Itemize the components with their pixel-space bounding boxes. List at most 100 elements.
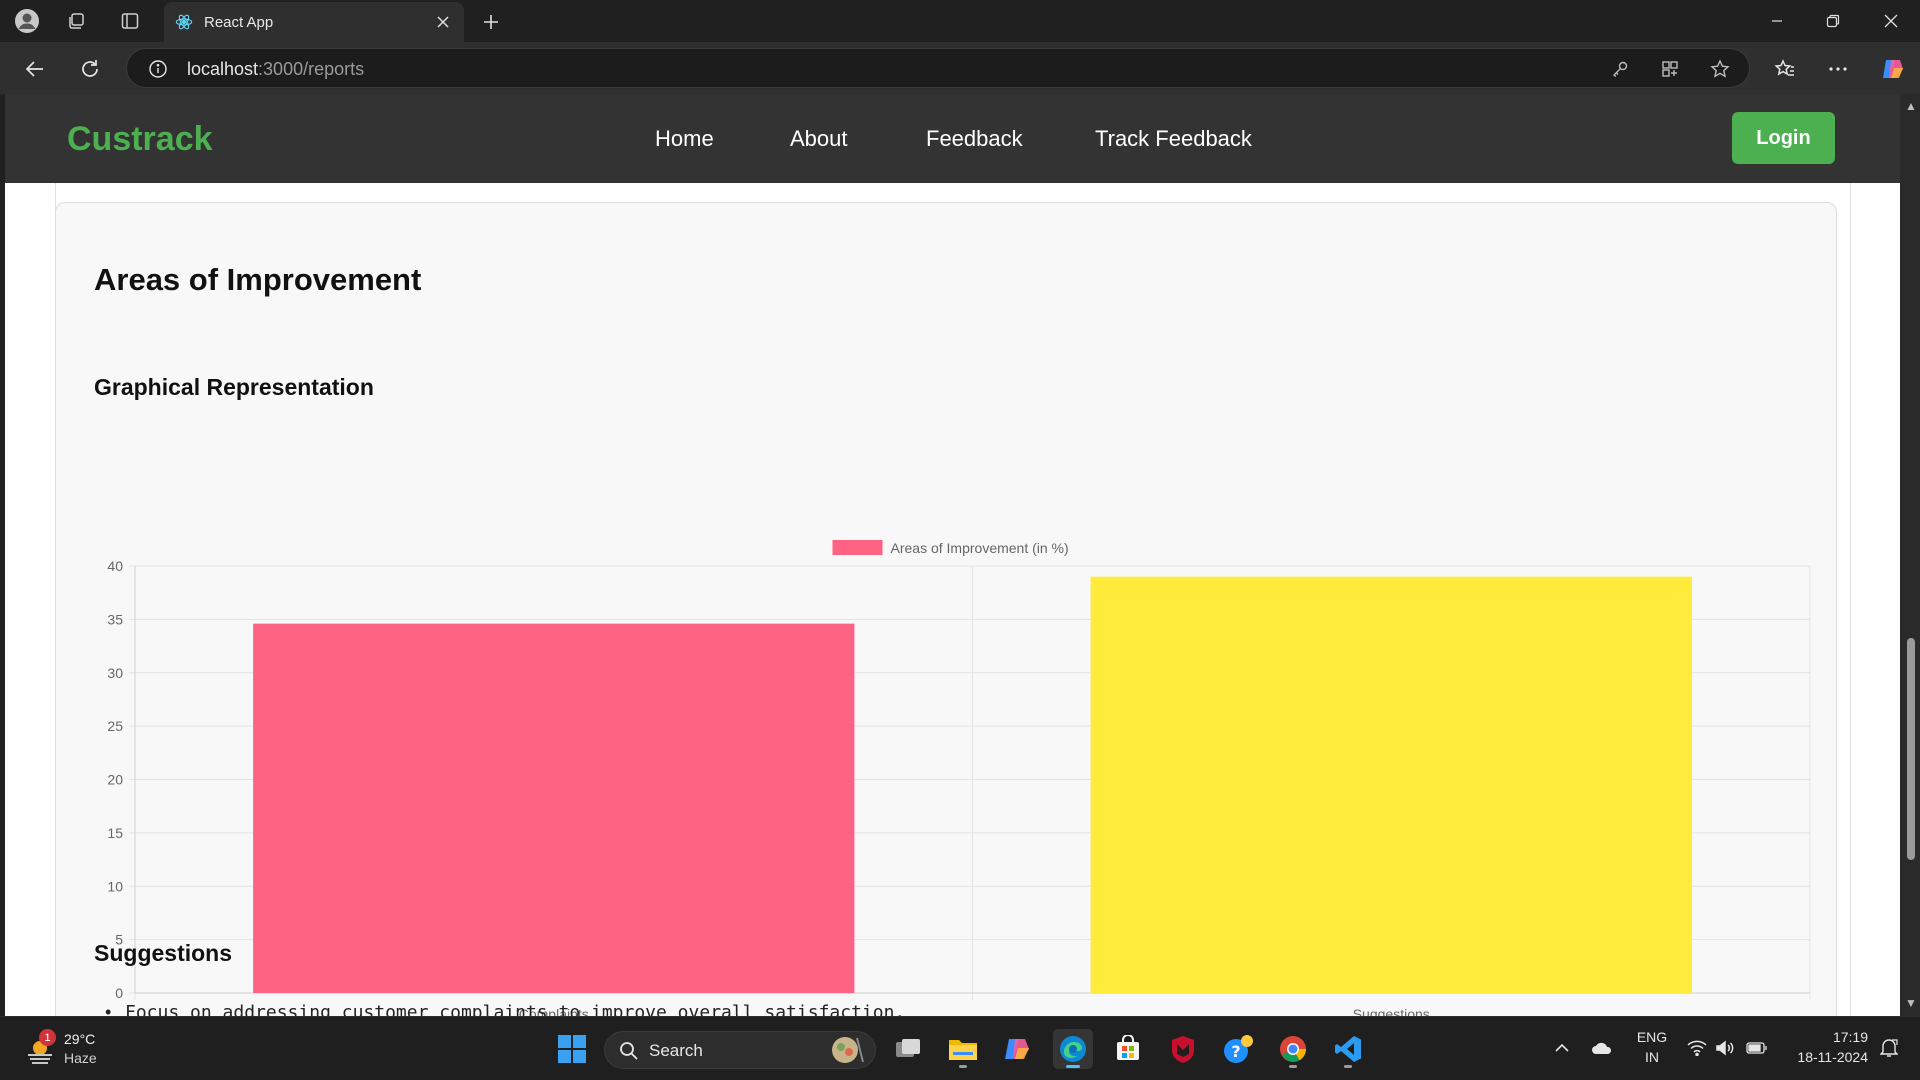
chrome-app[interactable] [1273, 1029, 1313, 1069]
favorite-star-icon[interactable] [1707, 56, 1733, 82]
browser-toolbar: localhost:3000/reports [0, 42, 1920, 94]
y-tick-label: 0 [115, 985, 123, 1001]
active-indicator [1066, 1065, 1080, 1068]
show-hidden-icons[interactable] [1551, 1037, 1573, 1059]
url-host: localhost [187, 59, 259, 79]
search-highlight-icon [832, 1037, 864, 1063]
login-button[interactable]: Login [1732, 112, 1835, 164]
store-app[interactable] [1108, 1029, 1148, 1069]
chart-heading: Graphical Representation [94, 374, 374, 400]
vscode-app[interactable] [1328, 1029, 1368, 1069]
page-viewport: Areas of Improvement Graphical Represent… [5, 94, 1900, 1016]
new-tab-icon[interactable] [478, 9, 504, 35]
copilot-app[interactable] [998, 1029, 1038, 1069]
windows-logo-icon [558, 1035, 586, 1063]
weather-temp: 29°C [64, 1031, 96, 1047]
region-code: IN [1645, 1049, 1659, 1065]
bar-chart: 0510152025303540Complaints SuggestionsAre… [107, 540, 1811, 1016]
file-explorer-app[interactable] [943, 1029, 983, 1069]
notifications-icon[interactable] [1878, 1037, 1900, 1059]
y-tick-label: 25 [107, 718, 123, 734]
y-tick-label: 10 [107, 878, 123, 894]
workspaces-icon[interactable] [64, 8, 90, 34]
weather-badge: 1 [39, 1029, 56, 1046]
app-available-icon[interactable] [1657, 56, 1683, 82]
scroll-up-icon[interactable]: ▲ [1905, 99, 1917, 113]
weather-widget[interactable]: 1 29°C Haze [22, 1029, 132, 1071]
task-view-app[interactable] [888, 1029, 928, 1069]
wifi-icon[interactable] [1686, 1037, 1708, 1059]
edge-icon [1060, 1036, 1086, 1062]
scrollbar-thumb[interactable] [1907, 638, 1915, 860]
restore-icon[interactable] [1808, 8, 1858, 34]
nav-link-feedback[interactable]: Feedback [926, 126, 1023, 152]
svg-text:?: ? [1231, 1042, 1240, 1061]
start-button[interactable] [552, 1029, 592, 1069]
clock-date: 18-11-2024 [1797, 1049, 1868, 1065]
address-bar[interactable]: localhost:3000/reports [126, 48, 1750, 88]
favorites-icon[interactable] [1770, 54, 1800, 84]
suggestions-heading: Suggestions [94, 940, 233, 966]
site-navbar: Custrack Home About Feedback Track Feedb… [5, 94, 1900, 183]
running-indicator [1344, 1065, 1352, 1068]
battery-icon[interactable] [1746, 1037, 1768, 1059]
search-icon [620, 1042, 638, 1060]
vertical-tabs-icon[interactable] [117, 8, 143, 34]
nav-link-about[interactable]: About [790, 126, 848, 152]
suggestion-item: Focus on addressing customer complaints … [105, 1002, 905, 1016]
y-tick-label: 15 [107, 825, 123, 841]
x-tick-label: Suggestions [1353, 1006, 1430, 1016]
copilot-taskbar-icon [1005, 1039, 1029, 1059]
legend-label[interactable]: Areas of Improvement (in %) [891, 540, 1069, 556]
search-label: Search [649, 1041, 703, 1060]
close-tab-icon[interactable] [432, 11, 454, 33]
store-icon [1117, 1035, 1139, 1060]
profile-icon[interactable] [14, 8, 40, 34]
mcafee-app[interactable] [1163, 1029, 1203, 1069]
nav-link-track-feedback[interactable]: Track Feedback [1095, 126, 1252, 152]
page-scrollbar[interactable]: ▲ ▼ [1900, 94, 1920, 1016]
vscode-icon [1335, 1036, 1361, 1062]
onedrive-cloud-icon[interactable] [1591, 1037, 1613, 1059]
bar-complaints[interactable] [253, 623, 855, 993]
input-language[interactable]: ENG IN [1632, 1027, 1672, 1067]
y-tick-label: 40 [107, 558, 123, 574]
url-path: :3000/reports [258, 59, 365, 79]
browser-titlebar: React App [0, 0, 1920, 42]
running-indicator [1289, 1065, 1297, 1068]
edge-app[interactable] [1053, 1029, 1093, 1069]
clock-time: 17:19 [1832, 1029, 1868, 1045]
back-icon[interactable] [20, 54, 50, 84]
folder-icon [949, 1040, 977, 1060]
y-tick-label: 30 [107, 665, 123, 681]
volume-icon[interactable] [1714, 1037, 1736, 1059]
chrome-icon [1280, 1036, 1306, 1062]
copilot-icon[interactable] [1878, 54, 1908, 84]
url-text[interactable]: localhost:3000/reports [187, 59, 364, 80]
refresh-icon[interactable] [75, 54, 105, 84]
y-tick-label: 35 [107, 611, 123, 627]
weather-condition: Haze [64, 1050, 97, 1066]
help-icon: ? [1224, 1035, 1253, 1063]
running-indicator [959, 1065, 967, 1068]
system-clock[interactable]: 17:19 18-11-2024 [1778, 1027, 1868, 1067]
nav-link-home[interactable]: Home [655, 126, 714, 152]
more-options-icon[interactable] [1823, 54, 1853, 84]
minimize-icon[interactable] [1752, 8, 1802, 34]
close-window-icon[interactable] [1866, 8, 1916, 34]
site-info-icon[interactable] [145, 56, 171, 82]
page-section-title: Areas of Improvement [94, 262, 422, 297]
help-app[interactable]: ? [1218, 1029, 1258, 1069]
scroll-down-icon[interactable]: ▼ [1905, 996, 1917, 1010]
y-tick-label: 20 [107, 772, 123, 788]
tab-title: React App [204, 13, 274, 31]
brand-logo[interactable]: Custrack [67, 120, 213, 159]
key-icon[interactable] [1607, 56, 1633, 82]
legend-swatch[interactable] [832, 540, 883, 555]
browser-tab-active[interactable]: React App [164, 2, 464, 42]
bar-suggestions[interactable] [1090, 576, 1692, 993]
task-view-icon [896, 1039, 920, 1057]
taskbar-search[interactable]: Search [604, 1031, 876, 1069]
windows-taskbar: 1 29°C Haze Search ? ENG IN 17:19 18-11-… [0, 1016, 1920, 1080]
language-code: ENG [1636, 1029, 1668, 1045]
